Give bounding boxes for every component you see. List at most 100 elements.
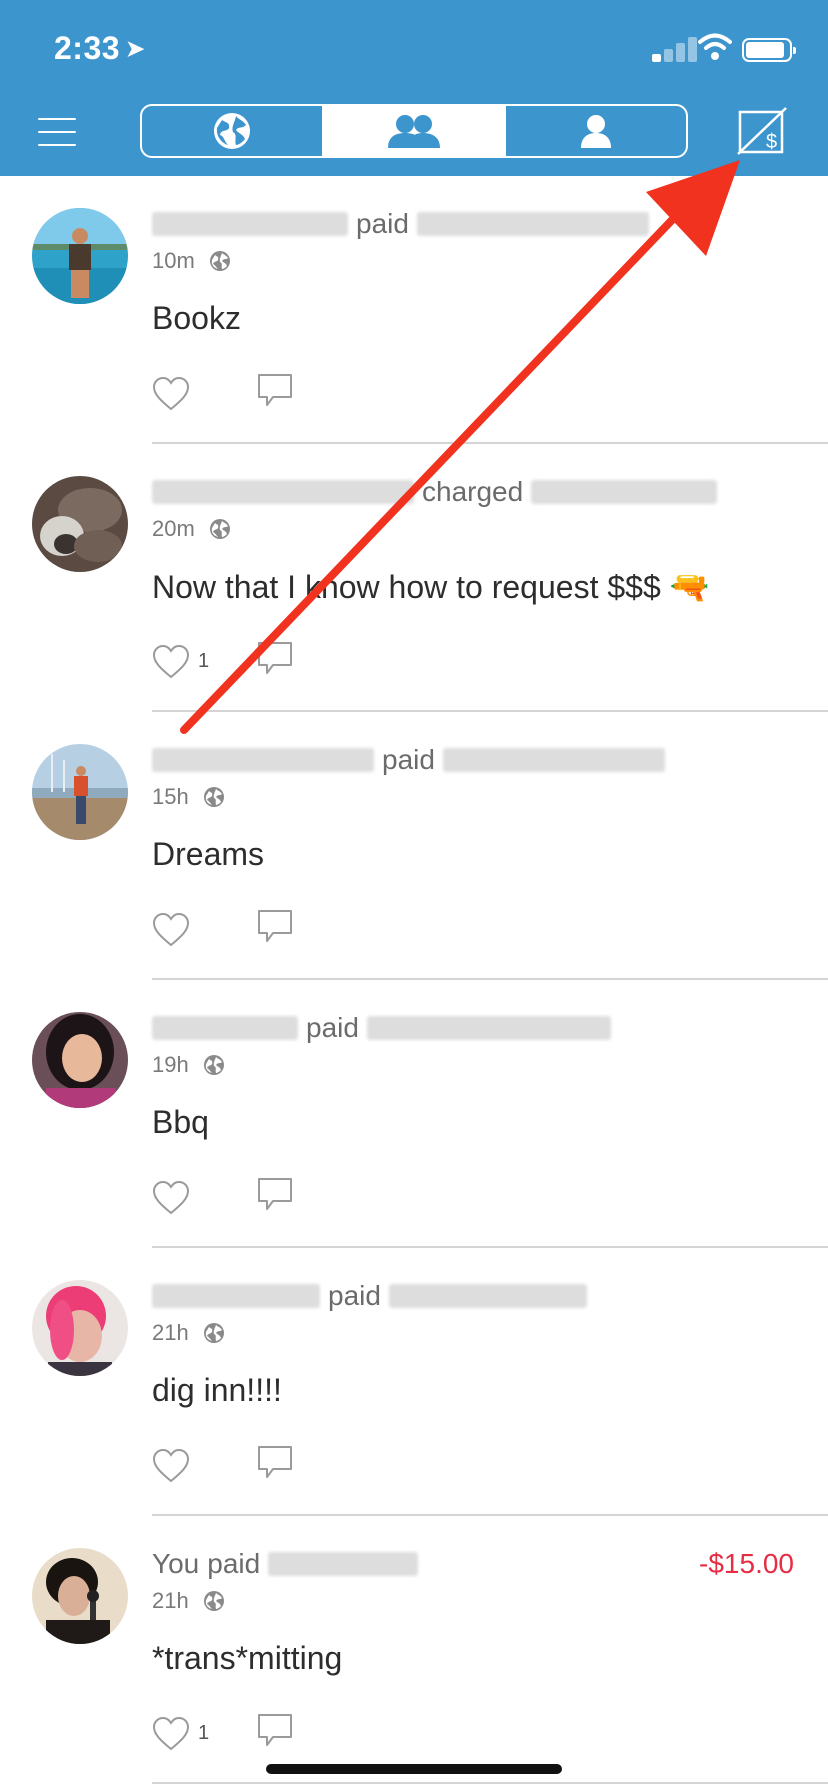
redacted-name [268, 1552, 419, 1576]
battery-icon [742, 38, 796, 62]
story-note: Dreams [152, 836, 265, 872]
redacted-name [416, 212, 649, 236]
story-note: *trans*mitting [152, 1640, 343, 1676]
story-time: 20m [152, 516, 195, 541]
svg-text:$: $ [766, 131, 777, 153]
story-meta: 20m [152, 516, 231, 542]
story-time: 21h [152, 1588, 189, 1613]
app-header: 2:33 ➤ $ [0, 0, 828, 176]
globe-icon [214, 113, 250, 149]
comment-icon [258, 642, 292, 674]
story-title: charged [152, 476, 798, 508]
feed-story[interactable]: paid 21h dig inn!!!! [0, 1248, 828, 1516]
globe-icon [203, 787, 224, 807]
story-title: paid [152, 208, 798, 240]
like-button[interactable] [152, 376, 256, 412]
cellular-signal-icon [652, 36, 704, 62]
story-time: 19h [152, 1052, 189, 1077]
redacted-name [152, 212, 348, 236]
story-time: 10m [152, 248, 195, 273]
story-actions [152, 372, 294, 415]
avatar[interactable] [32, 744, 128, 840]
story-meta: 21h [152, 1320, 225, 1346]
person-icon [581, 115, 611, 148]
heart-icon [152, 376, 190, 410]
like-button[interactable] [152, 912, 256, 948]
avatar[interactable] [32, 1280, 128, 1376]
avatar[interactable] [32, 476, 128, 572]
comment-icon [258, 374, 292, 406]
redacted-name [152, 748, 374, 772]
redacted-name [531, 480, 718, 504]
redacted-name [366, 1016, 611, 1040]
story-note: Bbq [152, 1104, 209, 1140]
redacted-name [388, 1284, 587, 1308]
feed-story[interactable]: paid 19h Bbq [0, 980, 828, 1248]
story-verb: charged [422, 476, 524, 507]
feed-story[interactable]: paid 10m Bookz [0, 176, 828, 444]
tab-friends[interactable] [324, 106, 506, 156]
story-verb: paid [328, 1280, 381, 1311]
story-time: 21h [152, 1320, 189, 1345]
friends-icon [388, 115, 440, 148]
story-time: 15h [152, 784, 189, 809]
comment-button[interactable] [256, 1176, 294, 1219]
like-button[interactable] [152, 1180, 256, 1216]
comment-icon [258, 1178, 292, 1210]
comment-button[interactable] [256, 1444, 294, 1487]
globe-icon [209, 251, 230, 271]
avatar[interactable] [32, 208, 128, 304]
redacted-name [152, 480, 414, 504]
comment-icon [258, 910, 292, 942]
like-button[interactable] [152, 1448, 256, 1484]
menu-button[interactable] [38, 118, 78, 148]
story-meta: 15h [152, 784, 225, 810]
avatar[interactable] [32, 1548, 128, 1644]
tab-mine[interactable] [506, 106, 686, 156]
like-count: 1 [198, 650, 210, 672]
wifi-icon [698, 33, 732, 60]
tab-public[interactable] [142, 106, 324, 156]
story-note: Now that I know how to request $$$ 🔫 [152, 569, 710, 605]
feed-story[interactable]: charged 20m Now that I know how to reque… [0, 444, 828, 712]
globe-icon [209, 519, 230, 539]
heart-icon [152, 1448, 190, 1482]
story-actions [152, 1176, 294, 1219]
comment-button[interactable] [256, 640, 294, 683]
story-title: paid [152, 1280, 798, 1312]
globe-icon [203, 1055, 224, 1075]
story-note: Bookz [152, 300, 241, 336]
story-actions: 1 [152, 640, 294, 683]
story-verb: paid [306, 1012, 359, 1043]
avatar[interactable] [32, 1012, 128, 1108]
feed-list: paid 10m Bookz charged 20m Now that I kn… [0, 176, 828, 1784]
like-count: 1 [198, 1722, 210, 1744]
status-time: 2:33 ➤ [54, 30, 145, 66]
pay-request-icon[interactable]: $ [736, 106, 790, 156]
comment-button[interactable] [256, 908, 294, 951]
story-title: paid [152, 744, 798, 776]
story-actions [152, 908, 294, 951]
story-note: dig inn!!!! [152, 1372, 282, 1408]
heart-icon [152, 1716, 190, 1750]
like-button[interactable]: 1 [152, 1716, 256, 1752]
redacted-name [442, 748, 665, 772]
story-meta: 21h [152, 1588, 225, 1614]
globe-icon [203, 1591, 224, 1611]
comment-button[interactable] [256, 1712, 294, 1755]
feed-story[interactable]: You paid -$15.00 21h *trans*mitting 1 [0, 1516, 828, 1784]
heart-icon [152, 1180, 190, 1214]
feed-story[interactable]: paid 15h Dreams [0, 712, 828, 980]
story-actions: 1 [152, 1712, 294, 1755]
home-indicator [266, 1764, 562, 1774]
like-button[interactable]: 1 [152, 644, 256, 680]
story-meta: 10m [152, 248, 231, 274]
comment-icon [258, 1714, 292, 1746]
comment-button[interactable] [256, 372, 294, 415]
story-verb: paid [382, 744, 435, 775]
story-actor: You [152, 1548, 200, 1579]
story-verb: paid [207, 1548, 261, 1579]
redacted-name [152, 1016, 298, 1040]
globe-icon [203, 1323, 224, 1343]
story-verb: paid [356, 208, 409, 239]
